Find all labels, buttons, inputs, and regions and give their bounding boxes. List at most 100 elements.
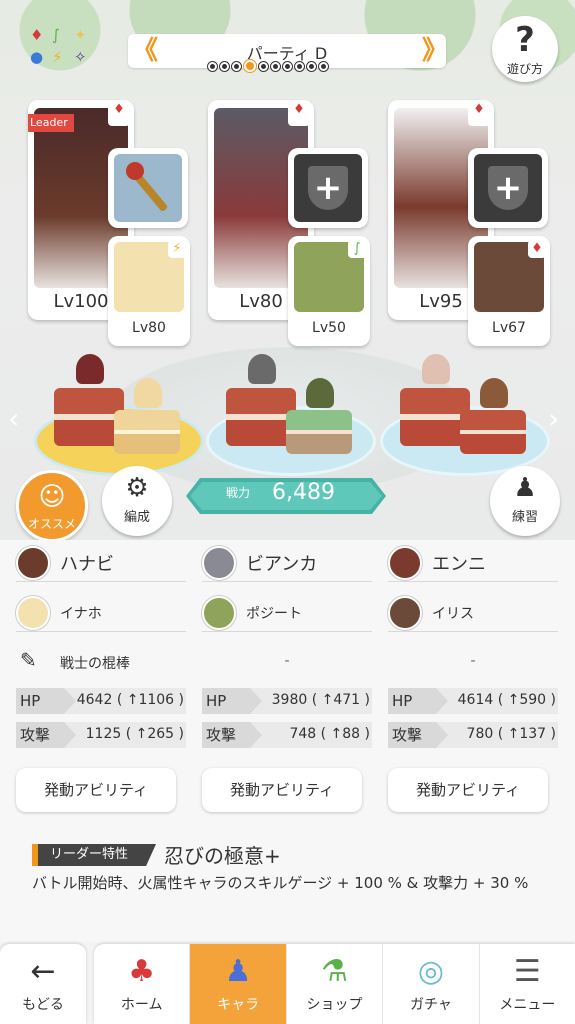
avatar xyxy=(16,596,50,630)
attack-row: 攻撃 748 ( ↑88 ) xyxy=(202,722,372,748)
light-element-icon: ✦ xyxy=(74,26,87,44)
page-dot[interactable] xyxy=(220,61,229,71)
sub-member-name: イリス xyxy=(432,606,474,622)
wind-element-icon: ∫ xyxy=(348,240,366,258)
question-icon: ? xyxy=(515,20,535,60)
main-member-row[interactable]: エンニ xyxy=(388,542,558,582)
fire-element-icon: ♦ xyxy=(288,103,310,126)
sub-member-row[interactable]: イナホ xyxy=(16,592,186,632)
party-scene: ♦ ∫ ✦ ● ⚡ ✧ 《 パーティ D 》 ? 遊び方 Leader ♦ Lv… xyxy=(0,0,575,542)
staff-icon xyxy=(114,154,182,222)
nav-menu[interactable]: ☰ メニュー xyxy=(480,944,575,1024)
attack-row: 攻撃 780 ( ↑137 ) xyxy=(388,722,558,748)
sub-member-row[interactable]: イリス xyxy=(388,592,558,632)
chibi-sprite xyxy=(134,378,162,408)
avatar xyxy=(16,546,50,580)
sub-block xyxy=(460,410,526,454)
avatar xyxy=(388,596,422,630)
nav-label: メニュー xyxy=(499,997,556,1013)
add-weapon-icon: + xyxy=(308,166,348,210)
attack-value: 780 ( ↑137 ) xyxy=(466,726,556,742)
attack-label: 攻撃 xyxy=(16,722,76,748)
party-next-button[interactable]: 》 xyxy=(422,36,448,66)
howto-label: 遊び方 xyxy=(506,62,543,76)
page-dot[interactable] xyxy=(208,61,217,71)
gacha-icon: ◎ xyxy=(417,954,445,989)
hp-value: 4614 ( ↑590 ) xyxy=(457,692,556,708)
recommend-icon: ☺ xyxy=(38,482,66,512)
nav-gacha[interactable]: ◎ ガチャ xyxy=(383,944,480,1024)
sub-character-card[interactable]: ∫ Lv50 xyxy=(288,236,370,346)
weapon-row[interactable]: ✎ 戦士の棍棒 xyxy=(16,644,186,680)
page-dot[interactable] xyxy=(319,61,328,71)
practice-button[interactable]: ♟ 練習 xyxy=(490,466,560,536)
ability-button[interactable]: 発動アビリティ xyxy=(16,768,176,812)
nav-home[interactable]: ♣ ホーム xyxy=(94,944,191,1024)
menu-icon: ☰ xyxy=(513,954,541,989)
page-dot[interactable] xyxy=(232,61,241,71)
nav-shop[interactable]: ⚗ ショップ xyxy=(287,944,384,1024)
weapon-row[interactable]: - xyxy=(388,644,558,680)
page-dot[interactable] xyxy=(307,61,316,71)
power-label: 戦力 xyxy=(226,486,251,500)
scroll-right-icon[interactable]: › xyxy=(548,402,559,435)
no-weapon: - xyxy=(284,653,290,669)
sub-member-row[interactable]: ポジート xyxy=(202,592,372,632)
element-filter-icons[interactable]: ♦ ∫ ✦ ● ⚡ ✧ xyxy=(26,24,106,72)
platform-3 xyxy=(380,354,550,478)
ability-button[interactable]: 発動アビリティ xyxy=(202,768,362,812)
sub-member-name: ポジート xyxy=(246,606,302,622)
chara-icon: ♟ xyxy=(224,954,252,989)
sub-character-card[interactable]: ♦ Lv67 xyxy=(468,236,550,346)
platform-1 xyxy=(34,354,204,478)
attack-label: 攻撃 xyxy=(202,722,262,748)
sub-member-name: イナホ xyxy=(60,606,102,622)
back-arrow-icon: ← xyxy=(30,954,56,989)
page-dot[interactable] xyxy=(295,61,304,71)
weapon-slot-empty[interactable]: + xyxy=(468,148,548,228)
page-dot[interactable] xyxy=(283,61,292,71)
bottom-nav: ← もどる ♣ ホーム ♟ キャラ ⚗ ショップ ◎ ガチャ ☰ メニュー xyxy=(0,942,575,1024)
party-page-dots xyxy=(208,60,368,72)
page-dot[interactable] xyxy=(259,61,268,71)
main-member-row[interactable]: ハナビ xyxy=(16,542,186,582)
howto-button[interactable]: ? 遊び方 xyxy=(492,16,558,82)
back-label: もどる xyxy=(22,997,64,1013)
nav-label: キャラ xyxy=(217,997,260,1013)
dark-element-icon: ✧ xyxy=(74,48,87,66)
nav-chara[interactable]: ♟ キャラ xyxy=(190,944,287,1024)
weapon-row[interactable]: - xyxy=(202,644,372,680)
attack-row: 攻撃 1125 ( ↑265 ) xyxy=(16,722,186,748)
scroll-left-icon[interactable]: ‹ xyxy=(8,402,19,435)
chibi-sprite xyxy=(76,354,104,384)
formation-button[interactable]: ⚙ 編成 xyxy=(102,466,172,536)
party-power-bar: 戦力 6,489 xyxy=(186,478,386,514)
sub-level: Lv80 xyxy=(132,320,166,336)
formation-label: 編成 xyxy=(123,510,150,525)
sub-character-card[interactable]: ⚡ Lv80 xyxy=(108,236,190,346)
sub-level: Lv50 xyxy=(312,320,346,336)
water-element-icon: ● xyxy=(30,48,44,66)
leader-skill-name: 忍びの極意+ xyxy=(164,844,281,868)
avatar xyxy=(202,546,236,580)
fire-element-icon: ♦ xyxy=(30,26,44,44)
training-dummy-icon: ♟ xyxy=(513,473,537,503)
add-weapon-icon: + xyxy=(488,166,528,210)
hp-row: HP 4642 ( ↑1106 ) xyxy=(16,688,186,714)
attack-value: 1125 ( ↑265 ) xyxy=(85,726,184,742)
attack-value: 748 ( ↑88 ) xyxy=(289,726,370,742)
page-dot[interactable] xyxy=(271,61,280,71)
recommend-button[interactable]: ☺ オススメ xyxy=(16,470,88,542)
main-member-row[interactable]: ビアンカ xyxy=(202,542,372,582)
main-member-name: ハナビ xyxy=(60,554,114,575)
page-dot[interactable] xyxy=(244,60,256,72)
back-button[interactable]: ← もどる xyxy=(0,944,86,1024)
leader-skill-description: バトル開始時、火属性キャラのスキルゲージ + 100 % & 攻撃力 + 30 … xyxy=(32,874,529,892)
nav-label: ショップ xyxy=(306,997,363,1013)
weapon-slot-empty[interactable]: + xyxy=(288,148,368,228)
ability-button[interactable]: 発動アビリティ xyxy=(388,768,548,812)
empty-weapon-slot: + xyxy=(294,154,362,222)
practice-label: 練習 xyxy=(511,510,538,525)
weapon-slot[interactable] xyxy=(108,148,188,228)
avatar xyxy=(202,596,236,630)
